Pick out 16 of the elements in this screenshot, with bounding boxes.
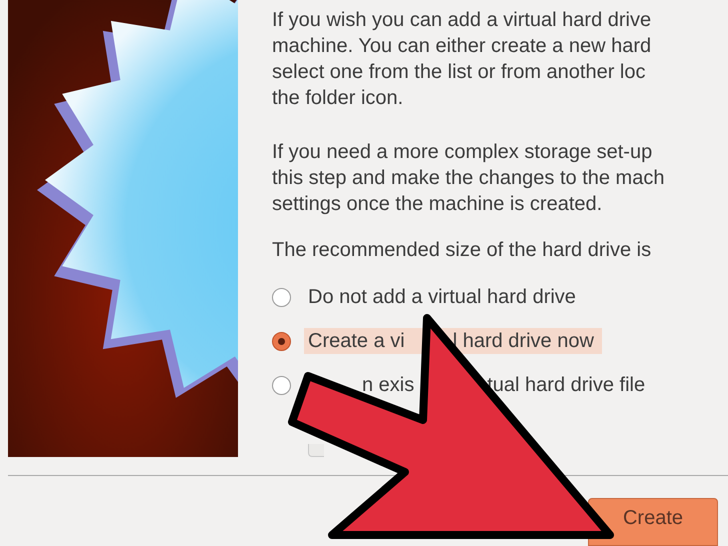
radio-button[interactable] [272,376,291,394]
create-button[interactable]: Create [588,498,718,546]
paragraph-line: If you wish you can add a virtual hard drive [272,8,652,33]
radio-button[interactable] [272,332,291,350]
option-label[interactable]: Create a vi [308,328,405,354]
radio-button[interactable] [272,288,291,306]
paragraph-line: If you need a more complex storage set-up [272,140,652,165]
paragraph-line: this step and make the changes to the mach [272,166,664,191]
paragraph-line: The recommended size of the hard drive is [272,238,652,263]
paragraph-line: settings once the machine is created. [272,192,602,217]
dropdown-field[interactable] [308,444,324,457]
paragraph-line: the folder icon. [272,86,404,111]
option-label[interactable]: Do not add a virtual hard drive [308,284,576,310]
option-label[interactable]: n exis [362,372,414,398]
paragraph-line: machine. You can either create a new hard [272,34,652,59]
paragraph-line: select one from the list or from another loc [272,60,646,85]
